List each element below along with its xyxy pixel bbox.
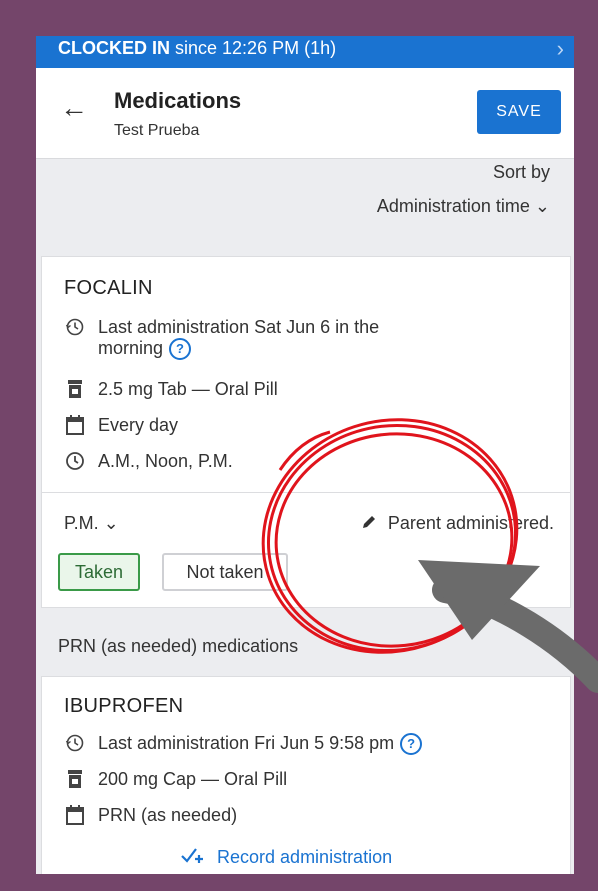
frequency-text: Every day [98,415,179,435]
pill-bottle-icon [64,379,86,406]
help-icon[interactable]: ? [400,733,423,755]
record-administration-label: Record administration [217,847,393,867]
save-button[interactable]: SAVE [477,90,561,134]
parent-administered-note[interactable]: Parent administered. [361,513,554,534]
pill-bottle-icon [64,769,86,796]
prn-medication-card: IBUPROFEN Last administration Fri Jun 5 … [41,676,571,874]
dose-row: 200 mg Cap — Oral Pill [64,769,287,796]
calendar-icon [64,415,86,442]
dose-row: 2.5 mg Tab — Oral Pill [64,379,278,406]
page-header: ← Medications Test Prueba SAVE [36,68,574,159]
dose-text: 2.5 mg Tab — Oral Pill [98,379,278,399]
last-administration-row: Last administration Sat Jun 6 in the mor… [64,317,380,361]
frequency-row: PRN (as needed) [64,805,237,832]
last-administration-text-2: morning [98,338,164,358]
sort-select[interactable]: Administration time ⌄ [377,196,550,217]
pencil-icon [361,513,388,533]
app-screen: CLOCKED IN since 12:26 PM (1h) › ← Medic… [36,36,574,874]
back-arrow-icon[interactable]: ← [60,92,88,124]
add-check-icon [180,847,217,867]
not-taken-button[interactable]: Not taken [162,553,288,591]
frequency-text: PRN (as needed) [98,805,238,825]
prn-section-header: PRN (as needed) medications [58,636,299,656]
chevron-right-icon[interactable]: › [557,36,564,62]
times-row: A.M., Noon, P.M. [64,451,233,478]
patient-name: Test Prueba [114,122,200,139]
sort-label: Sort by [492,162,550,182]
note-text: Parent administered. [387,513,554,533]
time-select[interactable]: P.M. ⌄ [64,513,119,534]
times-text: A.M., Noon, P.M. [98,451,233,471]
medication-card: FOCALIN Last administration Sat Jun 6 in… [41,256,571,608]
clock-icon [64,451,86,478]
taken-button[interactable]: Taken [58,553,140,591]
help-icon[interactable]: ? [169,338,192,361]
last-administration-row: Last administration Fri Jun 5 9:58 pm? [64,733,423,760]
calendar-icon [64,805,86,832]
last-administration-text: Last administration Fri Jun 5 9:58 pm [98,733,395,753]
page-title: Medications [114,88,242,113]
record-administration-link[interactable]: Record administration [180,846,392,868]
medication-name: IBUPROFEN [64,695,184,717]
clock-in-bar[interactable]: CLOCKED IN since 12:26 PM (1h) › [36,36,574,68]
clock-status-text: CLOCKED IN since 12:26 PM (1h) [58,38,337,58]
history-icon [64,317,86,344]
medication-name: FOCALIN [64,277,153,299]
history-icon [64,733,86,760]
dose-text: 200 mg Cap — Oral Pill [98,769,288,789]
last-administration-text: Last administration Sat Jun 6 in the [98,317,380,337]
divider [42,492,570,493]
frequency-row: Every day [64,415,178,442]
